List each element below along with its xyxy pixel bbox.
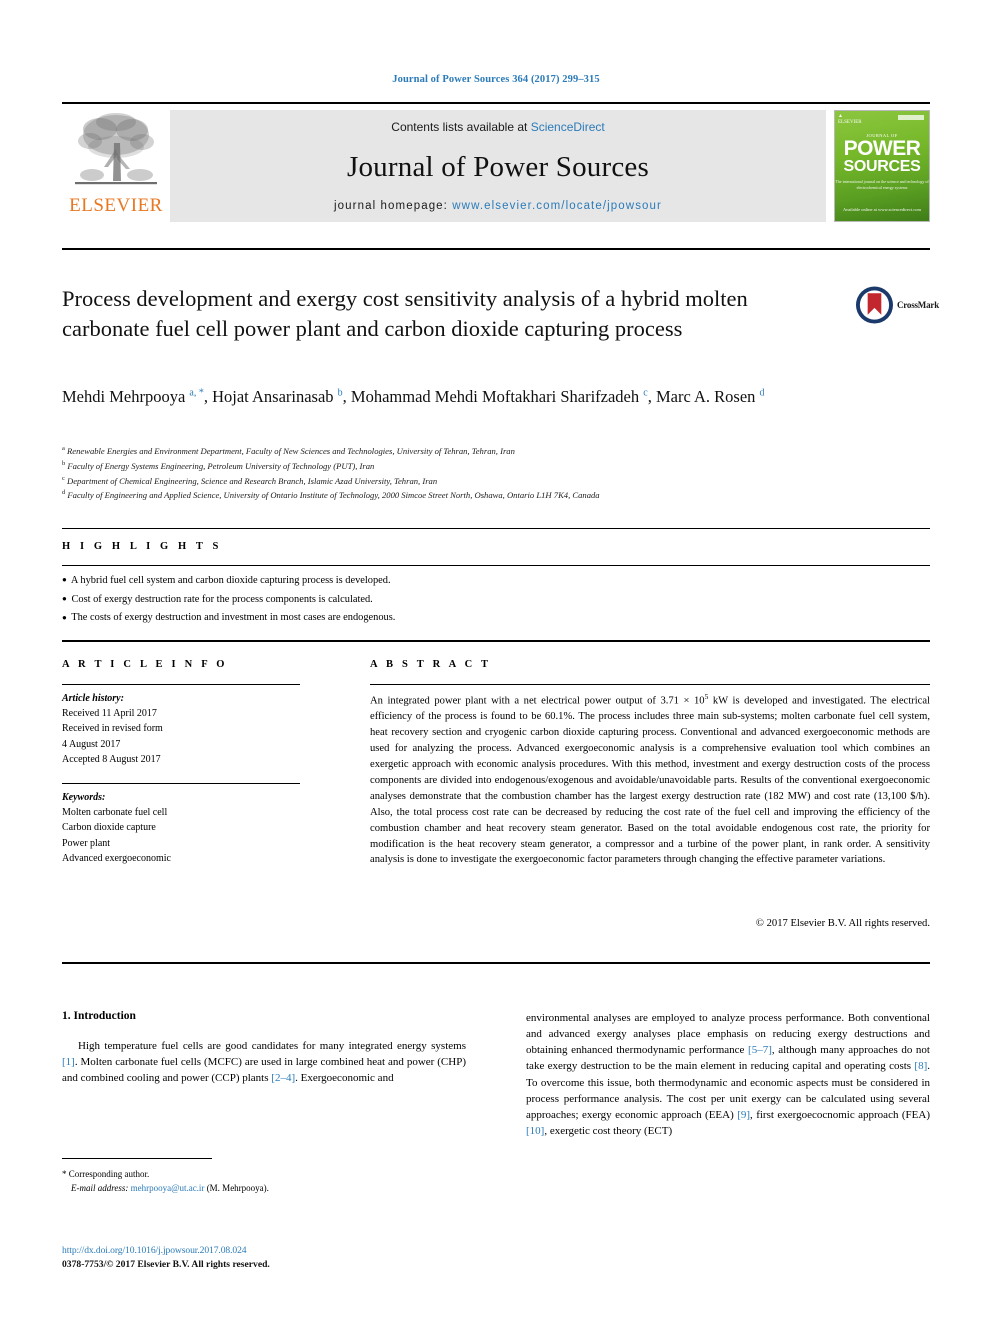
affiliation-marker: a: [62, 445, 65, 452]
journal-homepage-line: journal homepage: www.elsevier.com/locat…: [334, 200, 662, 212]
elsevier-logo: ELSEVIER: [62, 104, 170, 230]
body-top-divider: [62, 962, 930, 964]
asterisk-icon: *: [62, 1169, 67, 1179]
article-info-sub-divider: [62, 684, 300, 685]
masthead-center-band: Contents lists available at ScienceDirec…: [170, 110, 826, 222]
abstract-sub-divider: [370, 684, 930, 685]
affiliation-item: c Department of Chemical Engineering, Sc…: [62, 474, 438, 486]
keywords-block: Keywords: Molten carbonate fuel cell Carbo…: [62, 790, 312, 866]
keyword-item: Advanced exergoeconomic: [62, 852, 171, 864]
abstract-copyright: © 2017 Elsevier B.V. All rights reserved…: [755, 918, 930, 929]
journal-homepage-link[interactable]: www.elsevier.com/locate/jpowsour: [452, 200, 662, 212]
abstract-text: An integrated power plant with a net ele…: [370, 692, 930, 866]
email-link[interactable]: mehrpooya@ut.ac.ir: [131, 1183, 205, 1193]
affiliation-item: d Faculty of Engineering and Applied Sci…: [62, 489, 600, 501]
affiliation-list: a Renewable Energies and Environment Dep…: [62, 444, 930, 503]
highlights-list: ● A hybrid fuel cell system and carbon d…: [62, 572, 930, 628]
article-history-item: Accepted 8 August 2017: [62, 753, 161, 765]
journal-title: Journal of Power Sources: [347, 150, 649, 183]
keyword-item: Carbon dioxide capture: [62, 822, 156, 834]
email-line: E-mail address: mehrpooya@ut.ac.ir (M. M…: [71, 1182, 269, 1193]
intro-paragraph-right: environmental analyses are employed to a…: [526, 1012, 930, 1138]
footnote-block: * Corresponding author. E-mail address: m…: [62, 1168, 466, 1196]
cover-bottom-note: Available online at www.sciencedirect.co…: [843, 206, 921, 212]
highlights-top-divider: [62, 528, 930, 529]
keyword-item: Molten carbonate fuel cell: [62, 807, 168, 819]
article-history-label: Article history:: [62, 693, 124, 704]
article-info-heading: A R T I C L E I N F O: [62, 659, 228, 670]
cover-sources-word: SOURCES: [843, 158, 921, 175]
section-heading-introduction: 1. Introduction: [62, 1010, 136, 1022]
citation-link[interactable]: [5–7]: [748, 1044, 772, 1056]
issn-copyright-line: 0378-7753/© 2017 Elsevier B.V. All right…: [62, 1259, 270, 1270]
citation-link[interactable]: [8]: [914, 1060, 927, 1072]
article-history-block: Article history: Received 11 April 2017 Re…: [62, 691, 312, 767]
keywords-label: Keywords:: [62, 792, 106, 803]
title-divider: [62, 248, 930, 250]
cover-subtitle: The international journal on the science…: [835, 179, 929, 190]
article-history-item: 4 August 2017: [62, 738, 121, 750]
citation-link[interactable]: [10]: [526, 1125, 544, 1137]
journal-cover-thumbnail: ▲ ELSEVIER JOURNAL OF POWER SOURCES The i…: [834, 110, 930, 222]
bullet-icon: ●: [62, 612, 67, 622]
author-list: Mehdi Mehrpooya a, *, Hojat Ansarinasab …: [62, 387, 765, 406]
running-head: Journal of Power Sources 364 (2017) 299–…: [392, 74, 600, 85]
journal-article-page: Journal of Power Sources 364 (2017) 299–…: [0, 0, 992, 1323]
highlight-item: ● A hybrid fuel cell system and carbon d…: [62, 575, 391, 586]
elsevier-tree-icon: [75, 113, 157, 185]
citation-link[interactable]: [1]: [62, 1056, 75, 1068]
body-column-right: environmental analyses are employed to a…: [526, 1010, 930, 1139]
intro-paragraph-left: High temperature fuel cells are good can…: [62, 1040, 466, 1085]
affiliation-marker: d: [62, 489, 66, 497]
elsevier-wordmark: ELSEVIER: [69, 195, 163, 216]
sciencedirect-link[interactable]: ScienceDirect: [531, 120, 605, 134]
cover-elsevier-mini-logo: ▲ ELSEVIER: [838, 114, 862, 125]
doi-link[interactable]: http://dx.doi.org/10.1016/j.jpowsour.201…: [62, 1245, 247, 1256]
affiliation-marker: b: [62, 459, 66, 467]
bullet-icon: ●: [62, 594, 67, 603]
crossmark-badge[interactable]: CrossMark: [855, 282, 939, 328]
corresponding-author-line: * Corresponding author.: [62, 1169, 150, 1179]
journal-masthead: ELSEVIER Contents lists available at Sci…: [62, 102, 930, 230]
highlights-heading: H I G H L I G H T S: [62, 541, 222, 552]
cover-barcode-strip: [898, 115, 924, 120]
page-title: Process development and exergy cost sens…: [62, 286, 748, 342]
affiliation-item: b Faculty of Energy Systems Engineering,…: [62, 459, 375, 471]
article-history-item: Received in revised form: [62, 723, 163, 735]
article-info-top-divider: [62, 640, 930, 642]
article-history-item: Received 11 April 2017: [62, 708, 157, 720]
crossmark-label: CrossMark: [896, 300, 939, 310]
citation-link[interactable]: [9]: [737, 1109, 750, 1121]
bullet-icon: ●: [62, 575, 67, 585]
keyword-item: Power plant: [62, 837, 111, 849]
affiliation-marker: c: [62, 474, 65, 482]
contents-prefix: Contents lists available at: [391, 120, 531, 134]
abstract-exponent: 5: [704, 692, 709, 701]
highlight-item: ● Cost of exergy destruction rate for th…: [62, 593, 373, 605]
homepage-prefix: journal homepage:: [334, 200, 453, 212]
affiliation-item: a Renewable Energies and Environment Dep…: [62, 445, 515, 456]
citation-link[interactable]: [2–4]: [271, 1072, 295, 1084]
body-column-left: 1. Introduction High temperature fuel ce…: [62, 1010, 466, 1086]
keywords-divider: [62, 783, 300, 784]
abstract-heading: A B S T R A C T: [370, 659, 492, 670]
crossmark-icon: [855, 286, 893, 324]
email-label: E-mail address:: [71, 1182, 131, 1193]
cover-power-word: POWER: [843, 137, 921, 160]
contents-lists-line: Contents lists available at ScienceDirec…: [391, 120, 604, 134]
footnote-divider: [62, 1158, 212, 1159]
highlights-bottom-divider: [62, 565, 930, 566]
highlight-item: ● The costs of exergy destruction and in…: [62, 612, 396, 624]
